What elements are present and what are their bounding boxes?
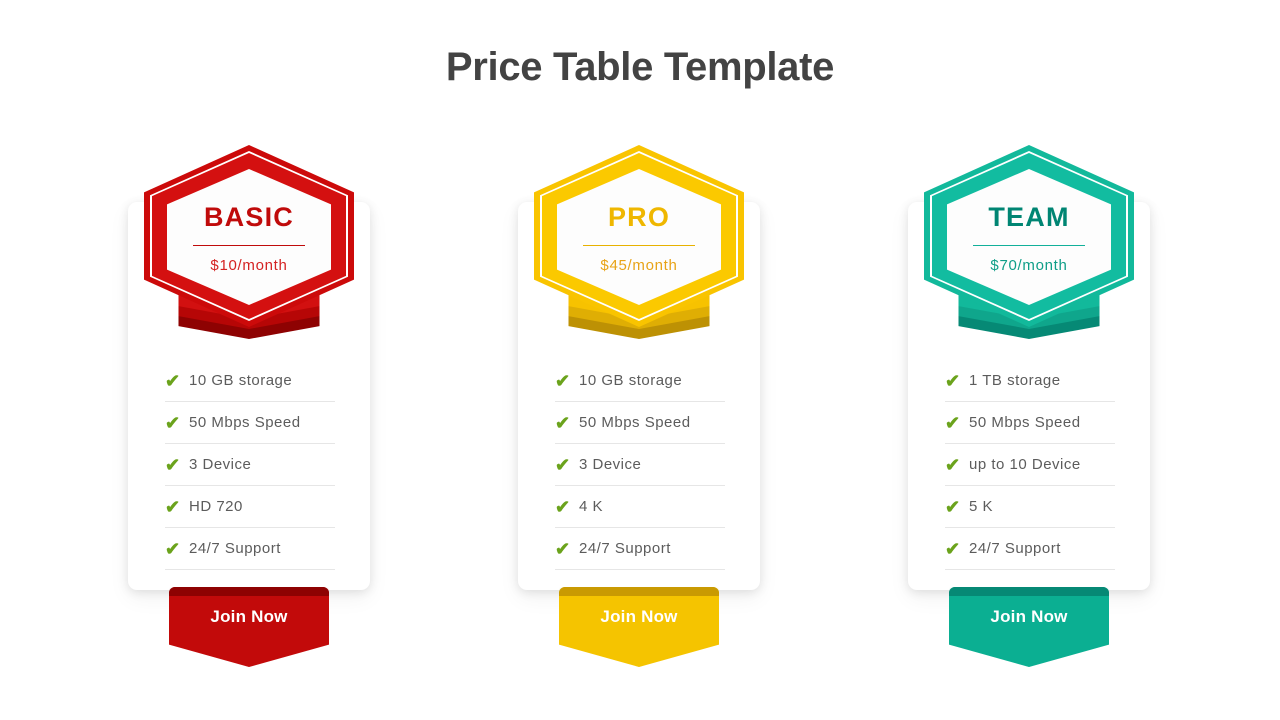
ribbon-shape (559, 587, 719, 667)
check-icon: ✔ (945, 370, 961, 391)
check-icon: ✔ (945, 454, 961, 475)
plan-name-divider (973, 244, 1085, 246)
feature-label: 24/7 Support (579, 540, 671, 557)
feature-item: ✔ 50 Mbps Speed (945, 402, 1115, 444)
plan-price: $70/month (990, 256, 1068, 274)
feature-item: ✔ 24/7 Support (165, 528, 335, 570)
plan-badge: BASIC $10/month (127, 135, 371, 340)
check-icon: ✔ (165, 370, 181, 391)
feature-label: 1 TB storage (969, 372, 1061, 389)
feature-label: 24/7 Support (969, 540, 1061, 557)
badge-text-group: PRO $45/month (517, 145, 761, 327)
check-icon: ✔ (945, 496, 961, 517)
pricing-plan-card-pro: PRO $45/month ✔ 10 GB storage ✔ 50 Mbps Speed… (517, 135, 761, 667)
feature-item: ✔ 24/7 Support (945, 528, 1115, 570)
feature-label: up to 10 Device (969, 456, 1081, 473)
feature-label: 4 K (579, 498, 604, 515)
plan-name-divider (193, 244, 305, 246)
check-icon: ✔ (165, 496, 181, 517)
check-icon: ✔ (555, 370, 571, 391)
feature-label: 10 GB storage (189, 372, 293, 389)
pricing-plan-card-team: TEAM $70/month ✔ 1 TB storage ✔ 50 Mbps Speed… (907, 135, 1151, 667)
feature-label: 5 K (969, 498, 994, 515)
feature-item: ✔ 50 Mbps Speed (555, 402, 725, 444)
feature-item: ✔ 10 GB storage (555, 360, 725, 402)
check-icon: ✔ (165, 412, 181, 433)
ribbon-shape (169, 587, 329, 667)
plan-price: $45/month (600, 256, 678, 274)
feature-label: 50 Mbps Speed (189, 414, 301, 431)
feature-label: 3 Device (579, 456, 642, 473)
join-now-button[interactable]: Join Now (169, 587, 329, 667)
plan-badge: PRO $45/month (517, 135, 761, 340)
plan-name-divider (583, 244, 695, 246)
check-icon: ✔ (945, 412, 961, 433)
check-icon: ✔ (165, 538, 181, 559)
check-icon: ✔ (555, 538, 571, 559)
plan-badge: TEAM $70/month (907, 135, 1151, 340)
ribbon-shape (949, 587, 1109, 667)
join-now-button[interactable]: Join Now (949, 587, 1109, 667)
ribbon-top-strip (949, 587, 1109, 596)
feature-label: 50 Mbps Speed (969, 414, 1081, 431)
feature-item: ✔ up to 10 Device (945, 444, 1115, 486)
feature-list: ✔ 1 TB storage ✔ 50 Mbps Speed ✔ up to 10 Dev… (945, 360, 1115, 570)
ribbon-top-strip (559, 587, 719, 596)
feature-label: 3 Device (189, 456, 252, 473)
check-icon: ✔ (555, 454, 571, 475)
check-icon: ✔ (165, 454, 181, 475)
feature-item: ✔ 5 K (945, 486, 1115, 528)
feature-list: ✔ 10 GB storage ✔ 50 Mbps Speed ✔ 3 Device ✔ 4 … (555, 360, 725, 570)
feature-label: 10 GB storage (579, 372, 683, 389)
feature-item: ✔ 1 TB storage (945, 360, 1115, 402)
pricing-plan-card-basic: BASIC $10/month ✔ 10 GB storage ✔ 50 Mbps Spe… (127, 135, 371, 667)
feature-item: ✔ 3 Device (165, 444, 335, 486)
join-now-button[interactable]: Join Now (559, 587, 719, 667)
feature-item: ✔ 3 Device (555, 444, 725, 486)
check-icon: ✔ (555, 412, 571, 433)
plan-price: $10/month (210, 256, 288, 274)
feature-item: ✔ 4 K (555, 486, 725, 528)
feature-label: 24/7 Support (189, 540, 281, 557)
plan-name: PRO (607, 201, 671, 232)
feature-item: ✔ HD 720 (165, 486, 335, 528)
feature-label: HD 720 (189, 498, 243, 515)
feature-item: ✔ 10 GB storage (165, 360, 335, 402)
pricing-plans-container: BASIC $10/month ✔ 10 GB storage ✔ 50 Mbps Spe… (0, 0, 1280, 720)
check-icon: ✔ (555, 496, 571, 517)
ribbon-top-strip (169, 587, 329, 596)
feature-label: 50 Mbps Speed (579, 414, 691, 431)
feature-list: ✔ 10 GB storage ✔ 50 Mbps Speed ✔ 3 Device ✔ HD… (165, 360, 335, 570)
check-icon: ✔ (945, 538, 961, 559)
plan-name: TEAM (988, 201, 1070, 232)
badge-text-group: TEAM $70/month (907, 145, 1151, 327)
badge-text-group: BASIC $10/month (127, 145, 371, 327)
feature-item: ✔ 50 Mbps Speed (165, 402, 335, 444)
feature-item: ✔ 24/7 Support (555, 528, 725, 570)
plan-name: BASIC (203, 201, 294, 232)
